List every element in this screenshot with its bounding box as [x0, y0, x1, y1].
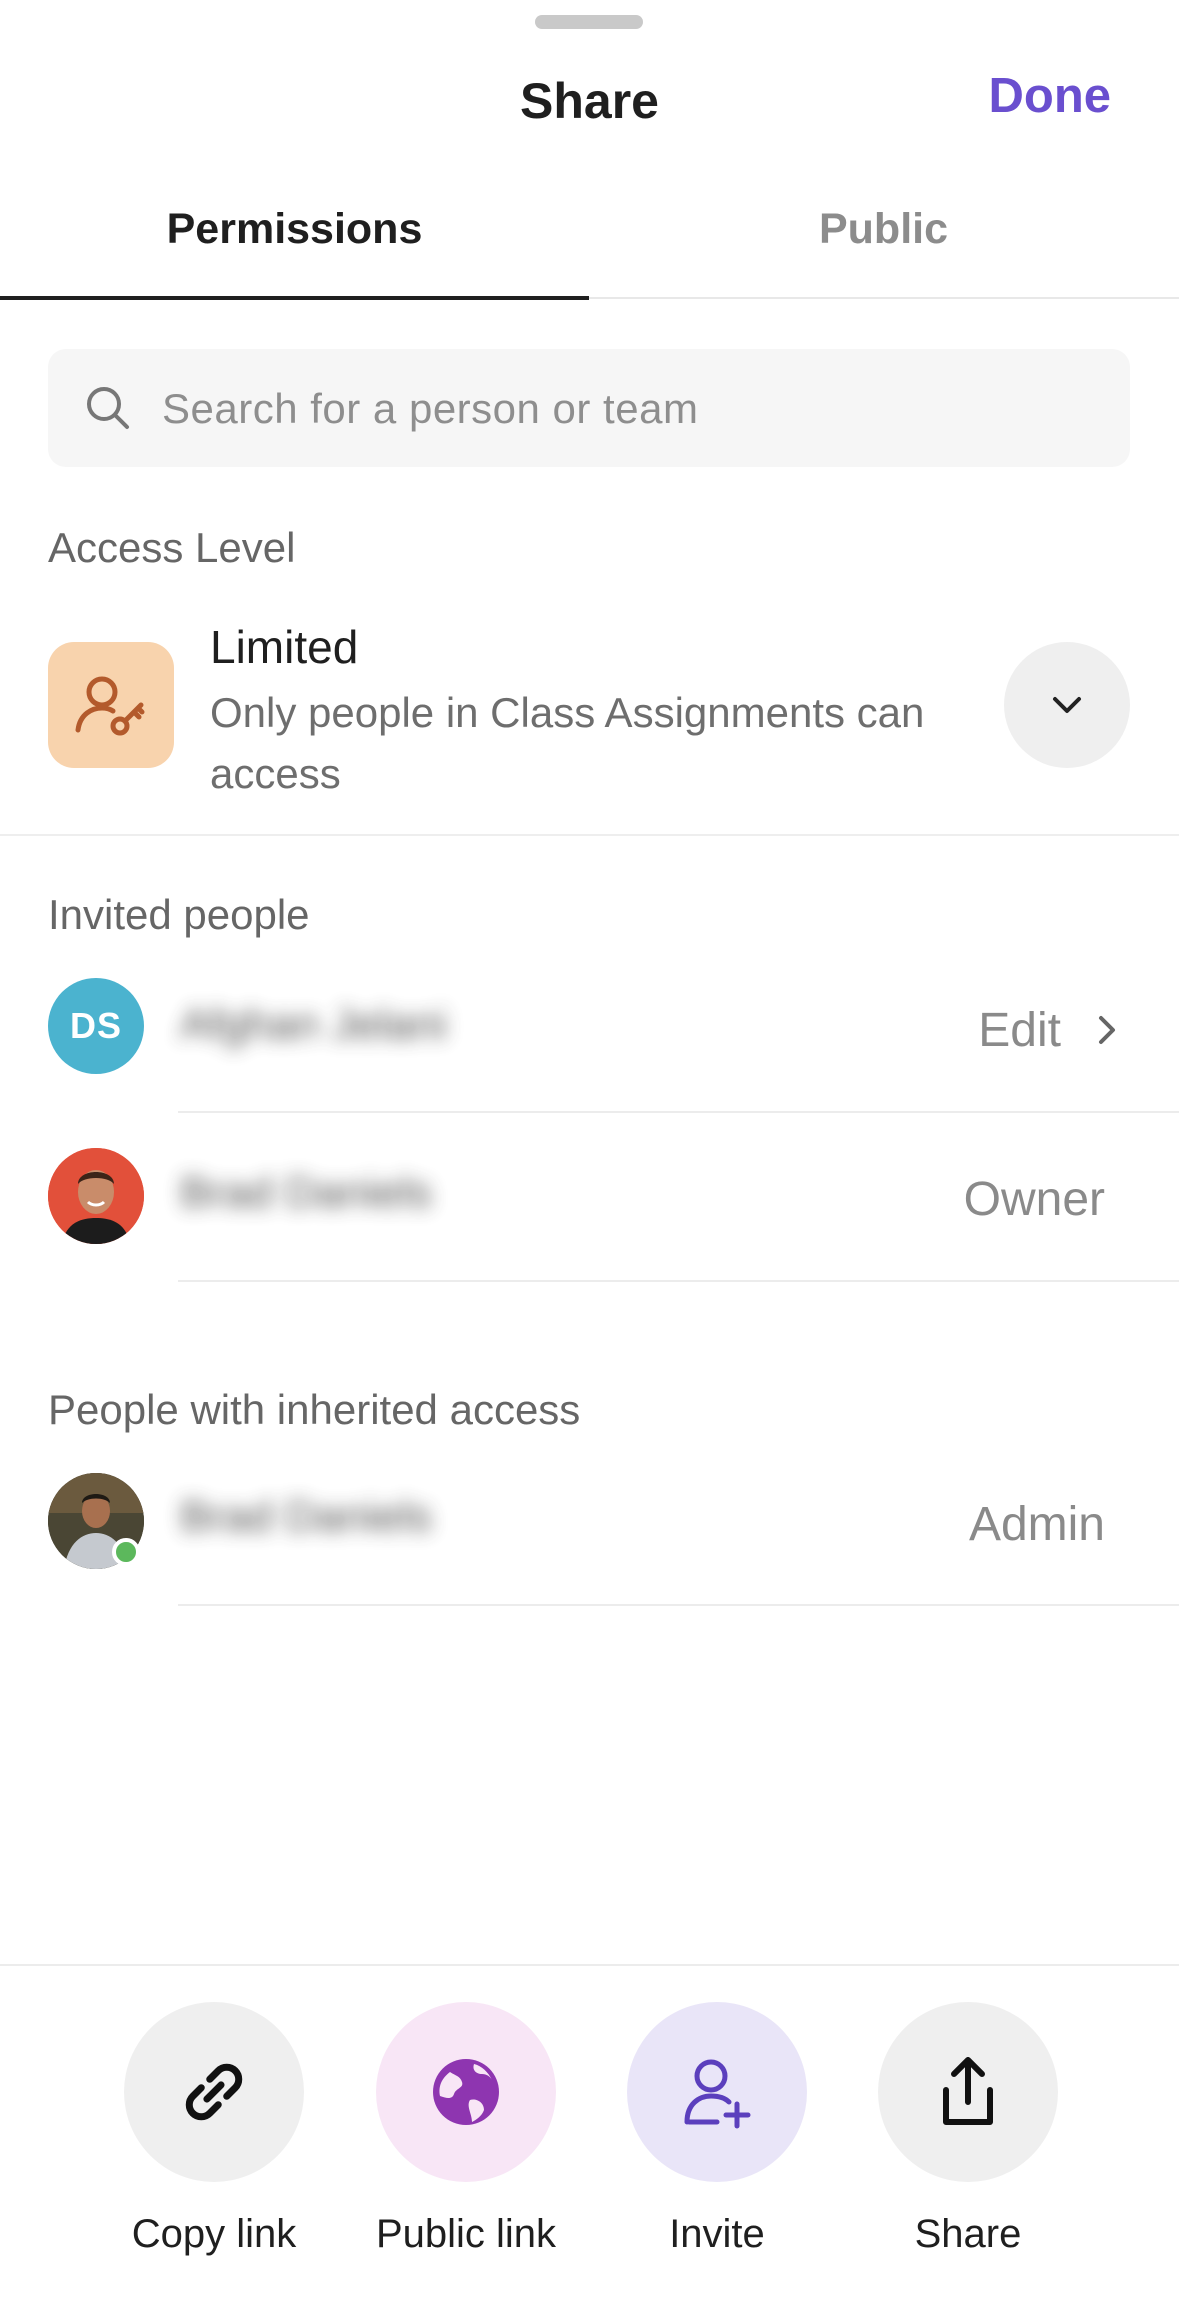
access-level-icon-tile — [48, 642, 174, 768]
chevron-down-icon — [1053, 697, 1081, 713]
search-bar[interactable] — [48, 349, 1130, 469]
section-divider — [0, 834, 1179, 836]
add-person-icon — [684, 2059, 751, 2129]
permission-role: Admin — [968, 1498, 1105, 1551]
share-button[interactable] — [878, 2002, 1058, 2182]
row-divider — [178, 1604, 1179, 1606]
invite-button[interactable] — [627, 2002, 807, 2182]
avatar: DS — [48, 978, 144, 1074]
inherited-access-label: People with inherited access — [48, 1386, 581, 1433]
invited-people-label: Invited people — [48, 891, 310, 938]
avatar — [48, 1148, 144, 1244]
action-bar-divider — [0, 1964, 1179, 1966]
person-name: Brad Daniels — [180, 1492, 432, 1541]
share-icon — [943, 2057, 993, 2125]
online-status-indicator — [112, 1538, 140, 1566]
person-name: Brad Daniels — [180, 1168, 432, 1217]
search-input[interactable] — [160, 349, 1104, 469]
copy-link-label: Copy link — [131, 2212, 297, 2256]
row-divider — [178, 1111, 1179, 1113]
copy-link-button[interactable] — [124, 2002, 304, 2182]
link-icon — [185, 2063, 243, 2121]
share-label: Share — [914, 2212, 1022, 2256]
permission-role: Owner — [963, 1173, 1105, 1226]
tab-selected-indicator — [0, 296, 589, 300]
search-icon — [87, 387, 129, 429]
tab-public[interactable]: Public — [589, 205, 1178, 254]
access-level-label: Access Level — [48, 524, 296, 571]
done-button[interactable]: Done — [989, 68, 1112, 124]
permission-role: Edit — [978, 1004, 1061, 1057]
access-level-dropdown-button[interactable] — [1004, 642, 1130, 768]
invite-label: Invite — [669, 2212, 765, 2256]
chevron-right-icon — [1099, 1016, 1115, 1044]
access-level-description: Only people in Class Assignments can acc… — [210, 689, 925, 797]
globe-icon — [433, 2059, 499, 2125]
person-key-icon — [75, 676, 145, 736]
tab-permissions[interactable]: Permissions — [0, 205, 589, 254]
access-level-title: Limited — [210, 621, 359, 673]
sheet-grabber[interactable] — [535, 15, 643, 29]
row-divider — [178, 1280, 1179, 1282]
person-name: Afghan Jelani — [180, 1000, 447, 1049]
public-link-button[interactable] — [376, 2002, 556, 2182]
person-photo-icon — [48, 1148, 144, 1244]
public-link-label: Public link — [375, 2212, 557, 2256]
